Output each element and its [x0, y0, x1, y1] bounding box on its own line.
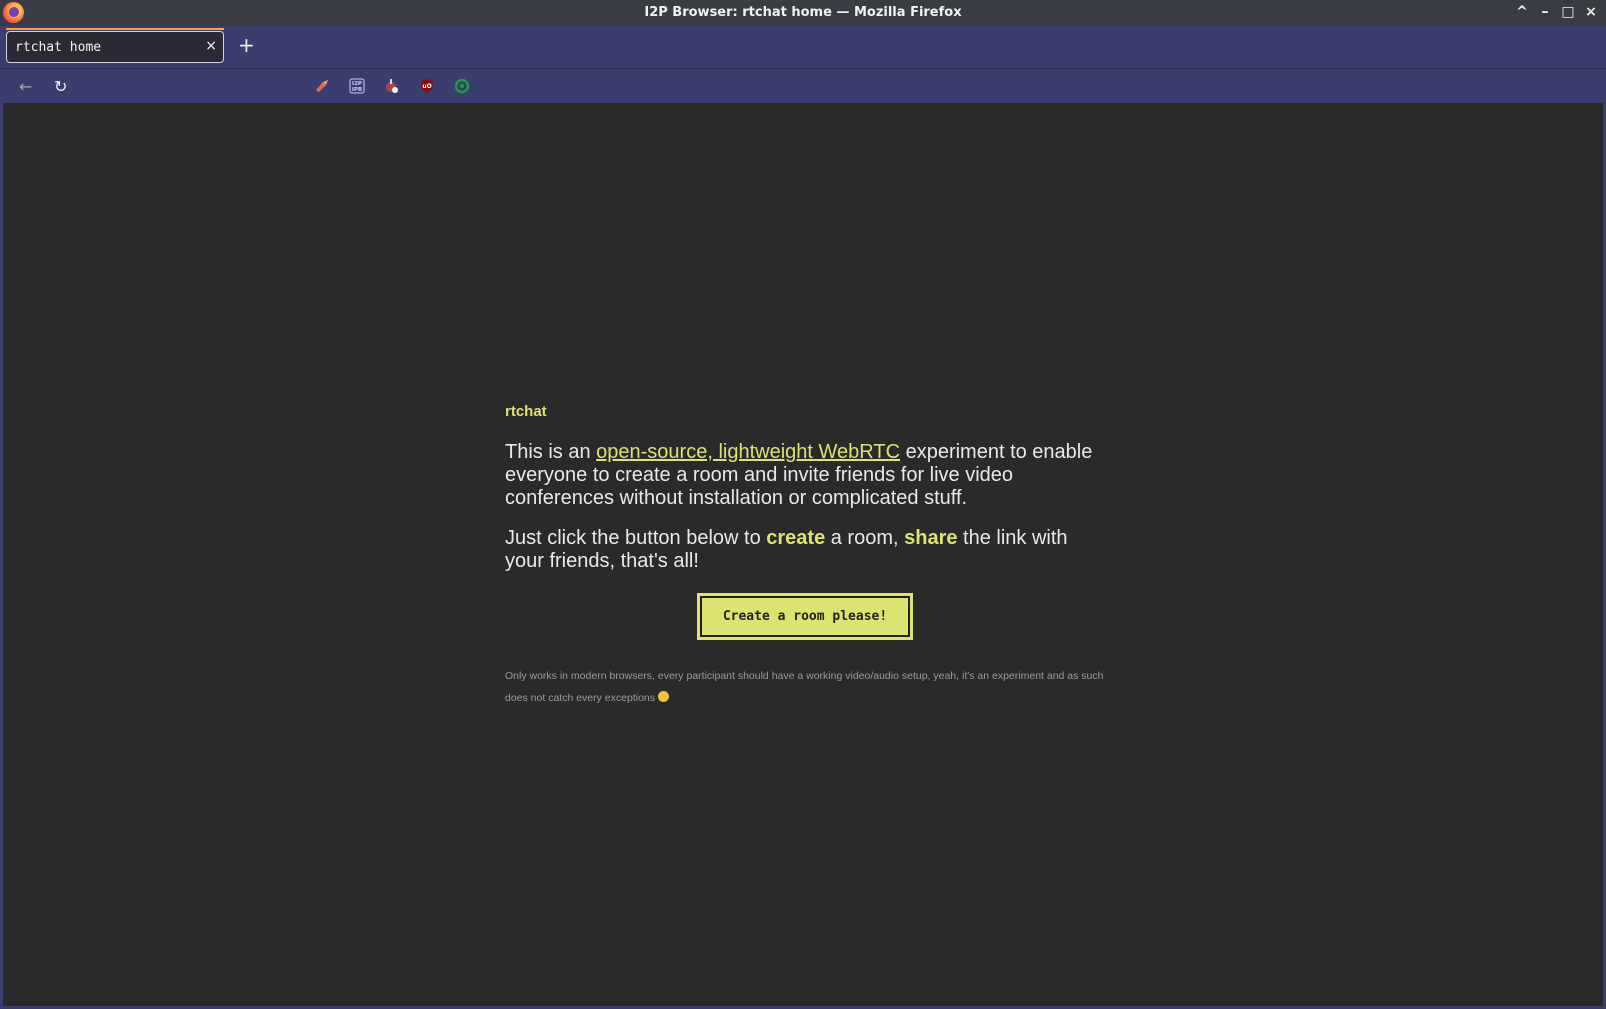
svg-text:IPB: IPB: [352, 87, 362, 93]
window-titlebar: I2P Browser: rtchat home — Mozilla Firef…: [0, 0, 1606, 26]
navigation-toolbar: ← ↻ I2P IPB uO: [0, 68, 1606, 103]
instructions-text-a: Just click the button below to: [505, 527, 767, 549]
tab-loading-indicator: [6, 28, 224, 30]
tab-strip: rtchat home × +: [0, 26, 1606, 68]
window-maximize-button[interactable]: □: [1559, 3, 1577, 21]
reload-button[interactable]: ↻: [54, 77, 67, 96]
i2pb-icon[interactable]: I2P IPB: [349, 78, 365, 94]
i2p-bee-icon[interactable]: [314, 78, 330, 94]
webrtc-project-link[interactable]: open-source, lightweight WebRTC: [596, 441, 900, 463]
tab-label: rtchat home: [15, 40, 102, 55]
page-content: rtchat This is an open-source, lightweig…: [3, 103, 1603, 1006]
intro-text-before: This is an: [505, 441, 597, 463]
window-shade-button[interactable]: ^: [1513, 3, 1531, 21]
instructions-text-c: a room,: [825, 527, 905, 549]
rtchat-home-panel: rtchat This is an open-source, lightweig…: [505, 403, 1105, 709]
share-keyword: share: [904, 527, 958, 549]
compatibility-note-text: Only works in modern browsers, every par…: [505, 670, 1104, 704]
tab-rtchat-home[interactable]: rtchat home ×: [6, 31, 224, 63]
tab-close-icon[interactable]: ×: [205, 38, 217, 54]
create-room-button[interactable]: Create a room please!: [696, 593, 914, 640]
intro-paragraph: This is an open-source, lightweight WebR…: [505, 441, 1105, 510]
winking-face-icon: [657, 691, 669, 702]
ublock-icon[interactable]: uO: [419, 78, 435, 94]
create-keyword: create: [766, 527, 826, 549]
back-button[interactable]: ←: [19, 77, 32, 96]
instructions-paragraph: Just click the button below to create a …: [505, 527, 1105, 573]
green-extension-icon[interactable]: [454, 78, 470, 94]
compatibility-note: Only works in modern browsers, every par…: [505, 665, 1105, 709]
window-close-button[interactable]: ×: [1582, 3, 1600, 21]
svg-text:uO: uO: [422, 83, 431, 90]
window-minimize-button[interactable]: –: [1536, 3, 1554, 21]
window-title: I2P Browser: rtchat home — Mozilla Firef…: [644, 5, 962, 20]
torrent-icon[interactable]: [384, 78, 400, 94]
cta-container: Create a room please!: [505, 593, 1105, 640]
site-title: rtchat: [505, 403, 547, 420]
new-tab-button[interactable]: +: [238, 35, 255, 55]
